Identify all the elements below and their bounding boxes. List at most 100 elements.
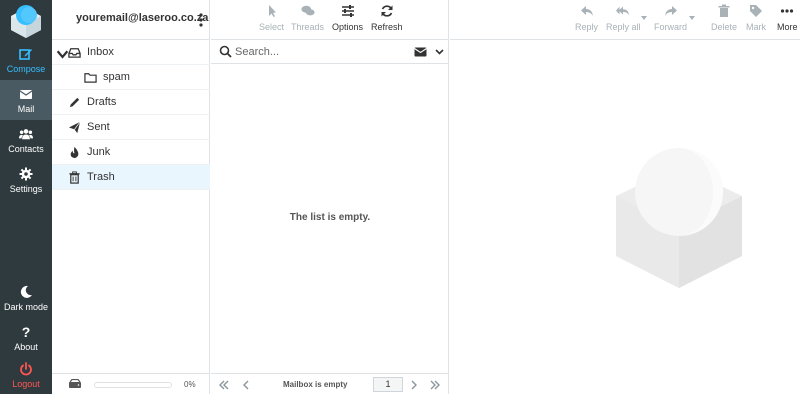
threads-button[interactable]: Threads — [291, 4, 324, 32]
quota-percent: 0% — [184, 380, 196, 389]
refresh-label: Refresh — [371, 22, 403, 32]
folder-label: Trash — [87, 171, 115, 183]
cursor-arrow-icon — [268, 5, 276, 17]
folder-drafts[interactable]: Drafts — [52, 90, 210, 115]
reply-all-dropdown-icon[interactable] — [641, 16, 647, 20]
folder-label: spam — [103, 71, 130, 83]
options-button[interactable]: Options — [332, 4, 363, 32]
empty-list-message: The list is empty. — [289, 212, 371, 223]
folder-junk[interactable]: Junk — [52, 140, 210, 165]
delete-button[interactable]: Delete — [711, 4, 737, 32]
reply-all-label: Reply all — [606, 22, 641, 32]
folder-sent[interactable]: Sent — [52, 115, 210, 140]
about-label: About — [14, 341, 38, 352]
gear-icon — [19, 167, 33, 180]
envelope-filter-icon[interactable] — [414, 47, 427, 57]
tag-icon — [750, 5, 762, 17]
pencil-icon — [69, 97, 80, 107]
threads-label: Threads — [291, 22, 325, 32]
forward-dropdown-icon[interactable] — [689, 16, 695, 20]
folder-label: Inbox — [87, 46, 114, 58]
folder-icon — [84, 72, 97, 83]
list-footer: Mailbox is empty 1 — [211, 373, 449, 394]
settings-label: Settings — [9, 183, 43, 194]
search-icon[interactable] — [219, 45, 232, 58]
select-button[interactable]: Select — [259, 4, 284, 32]
message-list-panel: Select Threads Options Refresh Search...… — [211, 0, 449, 394]
reading-pane: Reply Reply all Forward Delete Mark More — [450, 0, 800, 394]
envelope-icon — [19, 89, 33, 99]
sliders-icon — [341, 5, 354, 17]
folder-inbox[interactable]: Inbox — [52, 40, 210, 65]
trash-icon — [69, 170, 80, 184]
power-icon — [20, 361, 32, 375]
mailbox-status: Mailbox is empty — [283, 380, 348, 389]
kebab-menu-icon[interactable] — [198, 12, 204, 28]
reply-all-icon — [616, 6, 630, 16]
hard-drive-icon — [69, 379, 81, 388]
mail-button[interactable]: Mail — [0, 80, 52, 120]
forward-label: Forward — [654, 22, 688, 32]
select-label: Select — [259, 22, 285, 32]
mark-button[interactable]: Mark — [746, 4, 766, 32]
folder-label: Drafts — [87, 96, 117, 108]
question-icon: ? — [22, 325, 31, 339]
mail-label: Mail — [17, 103, 35, 114]
moon-icon — [20, 285, 32, 298]
chevron-down-icon[interactable] — [435, 48, 444, 56]
compose-label: Compose — [6, 63, 46, 74]
paper-plane-icon — [68, 121, 81, 133]
mark-label: Mark — [746, 22, 766, 32]
page-number-input[interactable]: 1 — [373, 377, 403, 392]
settings-button[interactable]: Settings — [0, 160, 52, 200]
folder-label: Junk — [87, 146, 111, 158]
refresh-icon — [381, 5, 393, 17]
previous-page-icon[interactable] — [240, 379, 252, 391]
dark-mode-button[interactable]: Dark mode — [0, 278, 52, 318]
contacts-button[interactable]: Contacts — [0, 120, 52, 160]
compose-button[interactable]: Compose — [0, 40, 52, 80]
roundcube-watermark-icon — [616, 148, 742, 288]
delete-label: Delete — [711, 22, 738, 32]
contacts-label: Contacts — [8, 143, 44, 154]
roundcube-logo[interactable] — [0, 0, 52, 40]
first-page-icon[interactable] — [218, 379, 230, 391]
about-button[interactable]: ? About — [0, 318, 52, 358]
inbox-icon — [68, 47, 81, 58]
folder-panel: youremail@laseroo.co.za Inbox spam Draft… — [52, 0, 210, 394]
refresh-button[interactable]: Refresh — [371, 4, 403, 32]
account-header: youremail@laseroo.co.za — [52, 0, 210, 40]
last-page-icon[interactable] — [429, 379, 441, 391]
next-page-icon[interactable] — [408, 379, 420, 391]
logo-icon — [11, 5, 41, 38]
chevron-down-icon[interactable] — [56, 48, 69, 61]
reply-all-button[interactable]: Reply all — [606, 4, 641, 32]
folder-label: Sent — [87, 121, 110, 133]
forward-icon — [664, 6, 677, 16]
folder-spam[interactable]: spam — [52, 65, 210, 90]
app-sidebar: Compose Mail Contacts Settings Dark mode… — [0, 0, 52, 394]
reply-button[interactable]: Reply — [575, 4, 598, 32]
ellipsis-icon — [781, 9, 794, 13]
search-bar — [211, 40, 449, 64]
users-icon — [19, 128, 33, 139]
dark-mode-label: Dark mode — [3, 301, 48, 312]
logout-button[interactable]: Logout — [0, 356, 52, 394]
forward-button[interactable]: Forward — [654, 4, 687, 32]
folder-trash[interactable]: Trash — [52, 165, 210, 190]
quota-display: 0% — [52, 373, 210, 394]
message-toolbar: Reply Reply all Forward Delete Mark More — [450, 0, 800, 40]
reply-icon — [580, 6, 593, 16]
list-toolbar: Select Threads Options Refresh — [211, 0, 449, 40]
reply-label: Reply — [575, 22, 599, 32]
trash-icon — [718, 4, 730, 17]
more-button[interactable]: More — [777, 4, 798, 32]
comments-icon — [300, 5, 315, 16]
logout-label: Logout — [12, 378, 40, 389]
options-label: Options — [332, 22, 364, 32]
quota-progress-bar — [94, 382, 172, 388]
search-input[interactable] — [235, 44, 405, 60]
more-label: More — [777, 22, 798, 32]
account-email: youremail@laseroo.co.za — [76, 12, 209, 24]
compose-icon — [19, 48, 32, 60]
